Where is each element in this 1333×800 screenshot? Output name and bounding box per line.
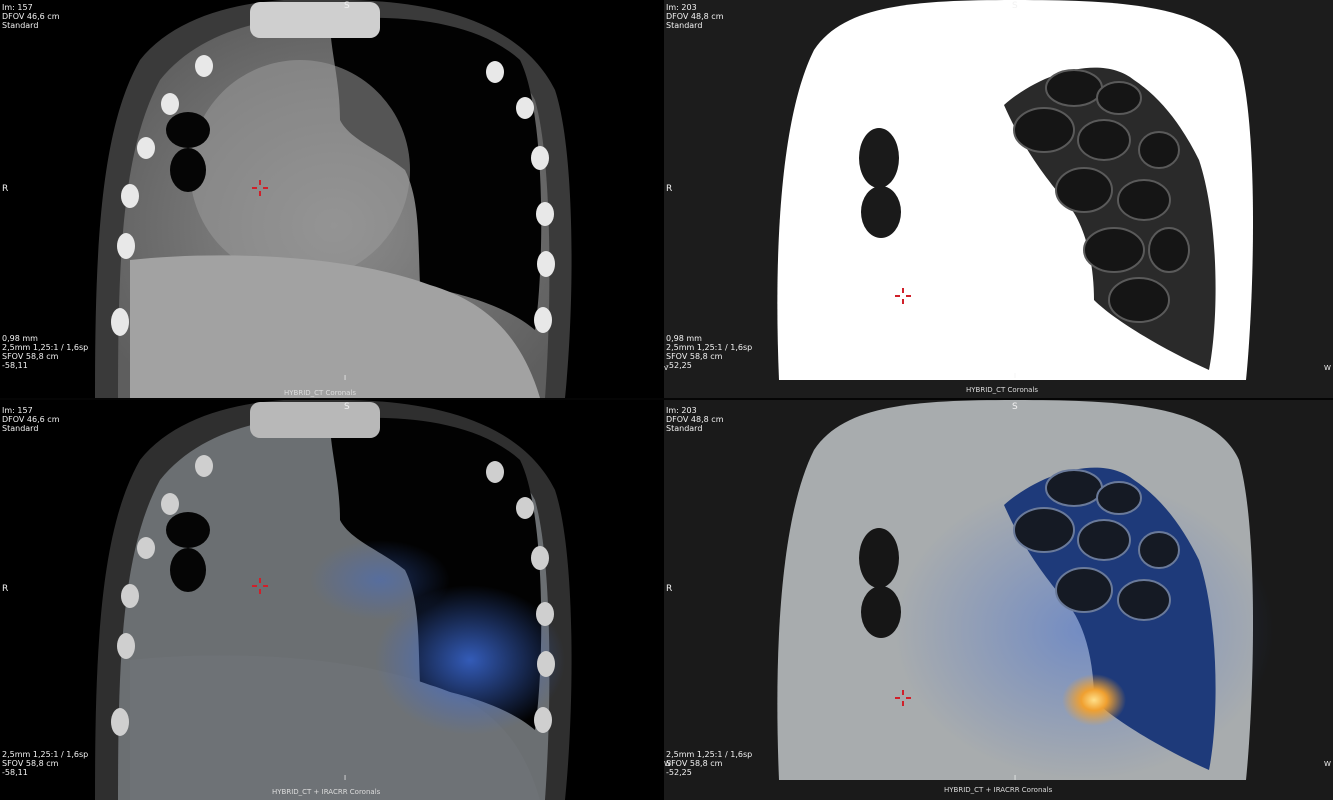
slice-location: -52,25 [666,768,692,777]
crosshair-marker[interactable] [895,288,911,304]
sfov-value: SFOV 58,8 cm [2,352,59,361]
image-info-bottom: 2,5mm 1,25:1 / 1,6sp SFOV 58,8 cm -52,25 [666,750,752,777]
acquisition-params: 2,5mm 1,25:1 / 1,6sp [2,750,89,759]
orientation-superior: S [1012,1,1018,11]
side-marker-left: v [664,364,669,372]
sfov-value: SFOV 58,8 cm [666,759,723,768]
orientation-superior: S [344,1,350,11]
image-info-bottom: 0,98 mm 2,5mm 1,25:1 / 1,6sp SFOV 58,8 c… [666,334,752,370]
ct-coronal-soft-tissue-image[interactable] [0,0,648,398]
image-number: Im: 203 [666,406,697,415]
image-info-top: Im: 203 DFOV 48,8 cm Standard [666,406,723,433]
kernel-label: Standard [666,21,703,30]
image-number: Im: 157 [2,3,33,12]
viewport-bottom-left[interactable]: Im: 157 DFOV 46,6 cm Standard 2,5mm 1,25… [0,400,648,800]
side-marker-right: W [1324,364,1331,372]
slice-thickness: 0,98 mm [2,334,38,343]
slice-location: -58,11 [2,768,28,777]
dfov-value: DFOV 46,6 cm [2,12,60,21]
orientation-right: R [2,184,9,194]
orientation-inferior: I [1014,372,1017,380]
slice-location: -52,25 [666,361,692,370]
orientation-superior: S [344,402,350,412]
orientation-inferior: I [1014,774,1017,782]
side-marker-right: W [1324,760,1331,768]
image-info-bottom: 0,98 mm 2,5mm 1,25:1 / 1,6sp SFOV 58,8 c… [2,334,88,370]
image-number: Im: 157 [2,406,33,415]
acquisition-params: 2,5mm 1,25:1 / 1,6sp [2,343,89,352]
slice-thickness: 0,98 mm [666,334,702,343]
sfov-value: SFOV 58,8 cm [666,352,723,361]
orientation-right: R [666,584,673,594]
acquisition-params: 2,5mm 1,25:1 / 1,6sp [666,750,753,759]
series-caption: HYBRID_CT Coronals [966,386,1039,394]
acquisition-params: 2,5mm 1,25:1 / 1,6sp [666,343,753,352]
ct-spect-fusion-lung-image[interactable] [664,400,1333,800]
kernel-label: Standard [2,424,39,433]
image-info-bottom: 2,5mm 1,25:1 / 1,6sp SFOV 58,8 cm -58,11 [2,750,88,777]
series-caption: HYBRID_CT + IRACRR Coronals [272,788,381,796]
dfov-value: DFOV 48,8 cm [666,12,724,21]
viewport-top-left[interactable]: Im: 157 DFOV 46,6 cm Standard 0,98 mm 2,… [0,0,648,398]
orientation-right: R [666,184,673,194]
image-number: Im: 203 [666,3,697,12]
image-info-top: Im: 157 DFOV 46,6 cm Standard [2,406,59,433]
orientation-inferior: I [344,774,347,782]
crosshair-marker[interactable] [252,578,268,594]
orientation-superior: S [1012,402,1018,412]
image-info-top: Im: 203 DFOV 48,8 cm Standard [666,3,723,30]
series-caption: HYBRID_CT Coronals [284,389,357,397]
kernel-label: Standard [666,424,703,433]
viewport-top-right[interactable]: Im: 203 DFOV 48,8 cm Standard 0,98 mm 2,… [664,0,1333,398]
viewport-bottom-right[interactable]: Im: 203 DFOV 48,8 cm Standard 2,5mm 1,25… [664,400,1333,800]
ct-spect-fusion-coronal-image[interactable] [0,400,648,800]
dfov-value: DFOV 48,8 cm [666,415,724,424]
sfov-value: SFOV 58,8 cm [2,759,59,768]
image-info-top: Im: 157 DFOV 46,6 cm Standard [2,3,59,30]
series-caption: HYBRID_CT + IRACRR Coronals [944,786,1053,794]
orientation-inferior: I [344,374,347,382]
crosshair-marker[interactable] [252,180,268,196]
dfov-value: DFOV 46,6 cm [2,415,60,424]
slice-location: -58,11 [2,361,28,370]
ct-coronal-lung-window-image[interactable] [664,0,1333,398]
side-marker-left: W [664,760,671,768]
orientation-right: R [2,584,9,594]
crosshair-marker[interactable] [895,690,911,706]
kernel-label: Standard [2,21,39,30]
